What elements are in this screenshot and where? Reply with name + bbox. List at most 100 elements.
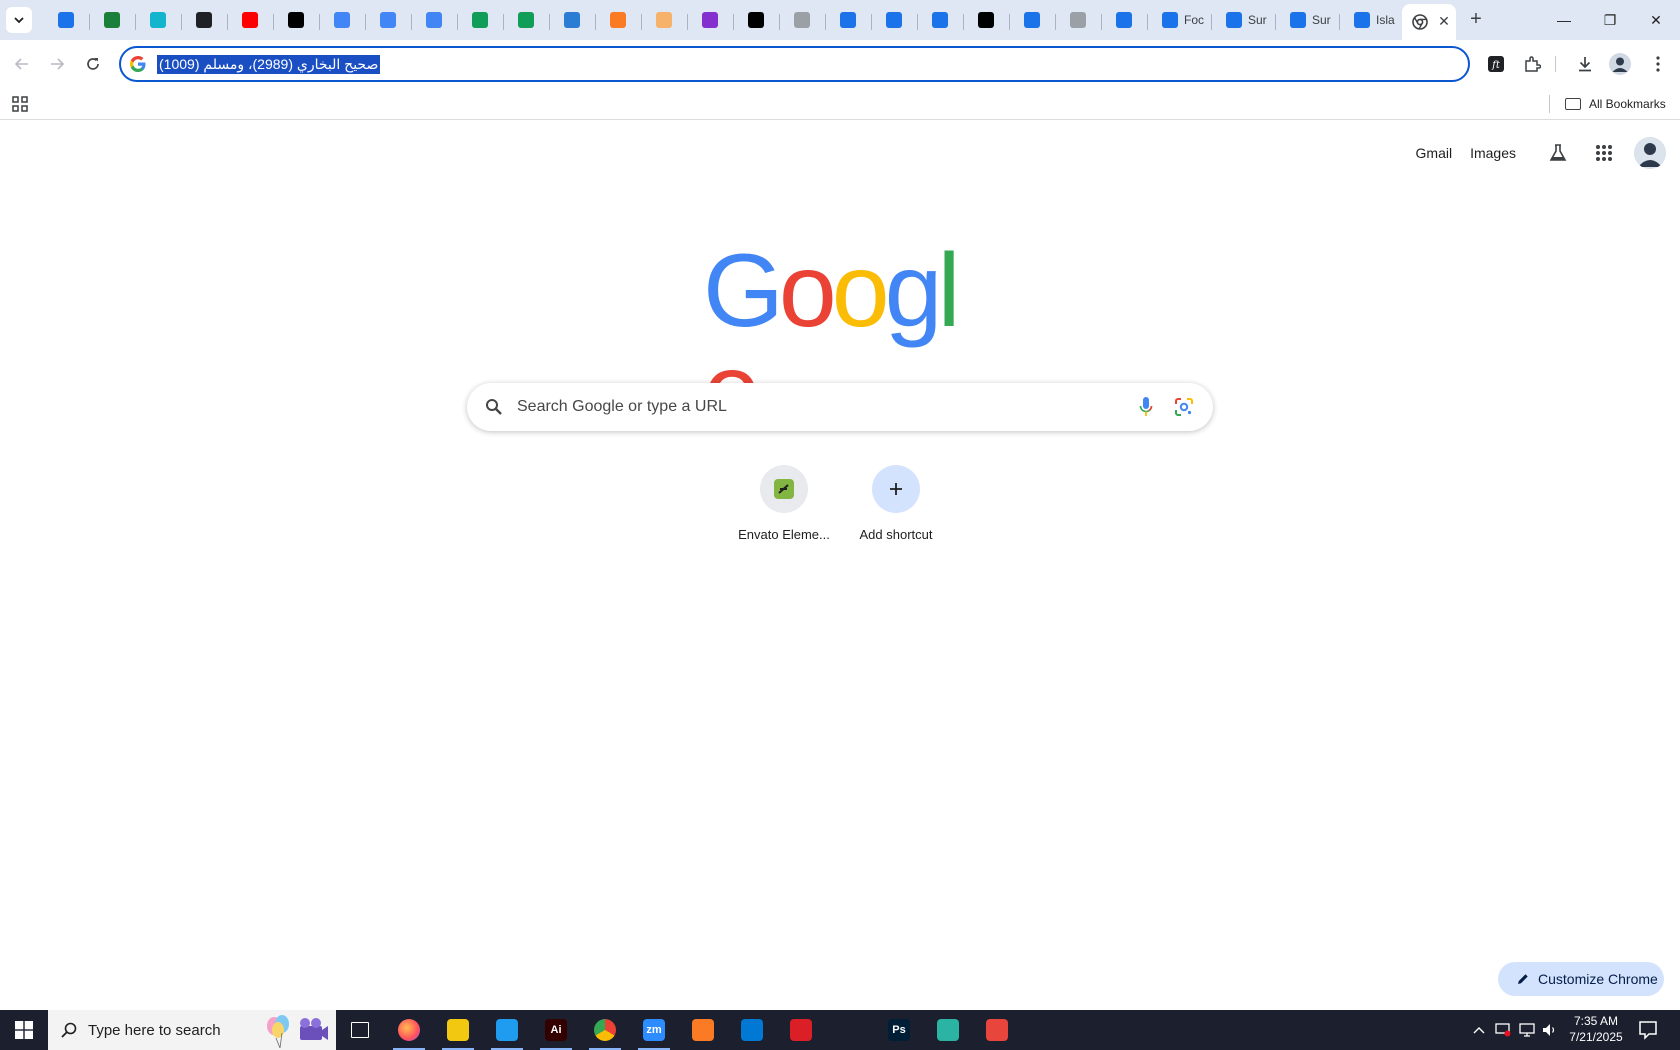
shortcut-tile — [760, 465, 808, 513]
search-box[interactable] — [467, 383, 1213, 431]
show-hidden-icons-icon[interactable] — [1469, 1020, 1489, 1040]
tab[interactable] — [1056, 4, 1102, 36]
tab[interactable] — [274, 4, 320, 36]
forms-icon — [840, 12, 856, 28]
apps-grid-icon[interactable] — [10, 94, 30, 114]
close-tab-icon[interactable]: ✕ — [1436, 13, 1452, 29]
search-input[interactable] — [517, 383, 1077, 431]
taskbar-app-outlook[interactable] — [730, 1014, 774, 1046]
extensions-icon[interactable] — [1520, 52, 1544, 76]
taskbar-app-creative-cloud[interactable] — [779, 1014, 823, 1046]
tab[interactable] — [366, 4, 412, 36]
xampp-icon — [610, 12, 626, 28]
tab[interactable] — [458, 4, 504, 36]
taskbar-app-vscode[interactable] — [485, 1014, 529, 1050]
tab[interactable] — [642, 4, 688, 36]
forms-icon — [1290, 12, 1306, 28]
search-icon — [486, 399, 502, 415]
start-button[interactable] — [0, 1010, 48, 1050]
clock[interactable]: 7:35 AM 7/21/2025 — [1560, 1013, 1632, 1047]
network-icon[interactable] — [1517, 1020, 1537, 1040]
forms-icon — [1354, 12, 1370, 28]
address-bar[interactable]: صحيح البخاري (2989)، ومسلم (1009) — [119, 46, 1470, 82]
downloads-icon[interactable] — [1573, 52, 1597, 76]
tab[interactable] — [688, 4, 734, 36]
font-extension-icon[interactable]: ft — [1484, 52, 1508, 76]
tab[interactable]: Foc — [1148, 4, 1212, 36]
tab[interactable] — [136, 4, 182, 36]
chrome-icon — [1412, 14, 1428, 30]
taskbar-app-scissor-app[interactable] — [975, 1014, 1019, 1046]
close-window-button[interactable]: ✕ — [1633, 0, 1679, 40]
nextjs-icon — [748, 12, 764, 28]
tab[interactable] — [320, 4, 366, 36]
shortcut-tile — [872, 465, 920, 513]
tab[interactable] — [504, 4, 550, 36]
images-link[interactable]: Images — [1470, 145, 1516, 161]
taskbar-app-illustrator[interactable]: Ai — [534, 1014, 578, 1050]
tab[interactable] — [44, 4, 90, 36]
microphone-icon[interactable] — [1139, 396, 1153, 418]
taskbar-app-firefox[interactable] — [387, 1014, 431, 1050]
taskbar-app-app-diamond[interactable] — [926, 1014, 970, 1046]
tab[interactable] — [826, 4, 872, 36]
tab-new-tab-active[interactable]: ✕ — [1402, 4, 1456, 40]
all-bookmarks-button[interactable]: All Bookmarks — [1565, 94, 1666, 114]
tab[interactable]: Isla — [1340, 4, 1404, 36]
tab[interactable] — [228, 4, 274, 36]
security-tray-icon[interactable] — [1493, 1020, 1513, 1040]
tab[interactable] — [550, 4, 596, 36]
forward-button[interactable] — [44, 51, 70, 77]
balloons-icon — [267, 1015, 328, 1048]
taskbar-app-task-view[interactable] — [338, 1014, 382, 1046]
taskbar-app-file-explorer[interactable] — [436, 1014, 480, 1050]
account-avatar[interactable] — [1634, 137, 1666, 169]
reload-button[interactable] — [80, 51, 106, 77]
tab[interactable] — [734, 4, 780, 36]
shortcut-envato[interactable]: Envato Eleme... — [728, 465, 840, 555]
taskbar-search-box[interactable]: Type here to search — [48, 1010, 336, 1050]
labs-flask-icon[interactable] — [1542, 137, 1574, 169]
tab[interactable] — [1102, 4, 1148, 36]
taskbar-app-xampp[interactable] — [681, 1014, 725, 1046]
taskbar-app-zoom[interactable]: zm — [632, 1014, 676, 1050]
illustrator-icon: Ai — [545, 1019, 567, 1041]
tab[interactable] — [872, 4, 918, 36]
minimize-button[interactable]: — — [1541, 0, 1587, 40]
restore-button[interactable]: ❐ — [1587, 0, 1633, 40]
tab[interactable]: Sur — [1212, 4, 1276, 36]
top-links: Gmail Images — [1416, 137, 1666, 169]
new-tab-button[interactable]: + — [1464, 8, 1488, 32]
gmail-link[interactable]: Gmail — [1416, 145, 1453, 161]
tab[interactable] — [182, 4, 228, 36]
add-shortcut-button[interactable]: Add shortcut — [840, 465, 952, 555]
tab[interactable] — [596, 4, 642, 36]
tab[interactable] — [964, 4, 1010, 36]
profile-avatar[interactable] — [1608, 52, 1632, 76]
customize-chrome-button[interactable]: Customize Chrome — [1498, 962, 1664, 996]
volume-icon[interactable] — [1540, 1020, 1560, 1040]
taskbar-app-chrome[interactable] — [583, 1014, 627, 1050]
notification-center-icon[interactable] — [1636, 1018, 1660, 1042]
tab[interactable] — [1010, 4, 1056, 36]
tab-search-button[interactable] — [6, 7, 32, 33]
back-button[interactable] — [9, 51, 35, 77]
reload-icon — [87, 58, 99, 70]
chrome-menu-icon[interactable] — [1646, 52, 1670, 76]
taskbar-app-pen-tool[interactable] — [828, 1014, 872, 1046]
google-apps-icon[interactable] — [1588, 137, 1620, 169]
tab[interactable] — [780, 4, 826, 36]
tab[interactable]: Sur — [1276, 4, 1340, 36]
firefox-icon — [398, 1019, 420, 1041]
tab[interactable] — [918, 4, 964, 36]
tab[interactable] — [90, 4, 136, 36]
tab[interactable] — [412, 4, 458, 36]
google-lens-icon[interactable] — [1174, 397, 1194, 417]
docs-icon — [426, 12, 442, 28]
taskbar-app-photoshop[interactable]: Ps — [877, 1014, 921, 1046]
clock-time: 7:35 AM — [1573, 1014, 1619, 1028]
zoom-icon: zm — [643, 1019, 665, 1041]
logo-letter: g — [884, 233, 943, 349]
address-bar-text[interactable]: صحيح البخاري (2989)، ومسلم (1009) — [157, 55, 381, 74]
logo-letter: l — [937, 233, 960, 349]
